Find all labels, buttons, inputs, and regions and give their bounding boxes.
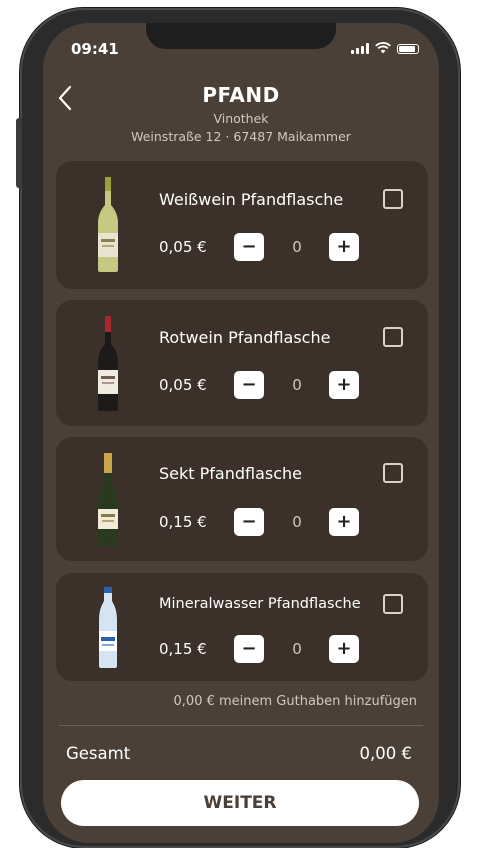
item-quantity: 0 [292,376,302,394]
venue-name: Vinothek [213,111,269,126]
page-title: PFAND [202,83,280,107]
decrease-quantity-button[interactable]: − [234,233,264,261]
decrease-quantity-button[interactable]: − [234,371,264,399]
increase-quantity-button[interactable]: + [329,233,359,261]
wifi-icon [375,42,391,54]
deposit-item-card: Sekt Pfandflasche 0,15 € − 0 + [56,437,428,561]
item-price: 0,05 € [159,376,207,394]
item-checkbox[interactable] [383,463,403,483]
battery-icon [397,44,419,54]
item-quantity: 0 [292,513,302,531]
total-label: Gesamt [66,744,131,763]
phone-notch [146,23,336,49]
divider [59,725,423,726]
item-price: 0,15 € [159,640,207,658]
continue-button[interactable]: WEITER [61,780,419,826]
white-wine-bottle-icon [98,177,118,272]
deposit-item-card: Weißwein Pfandflasche 0,05 € − 0 + [56,161,428,289]
credit-note: 0,00 € meinem Guthaben hinzufügen [173,694,417,709]
decrease-quantity-button[interactable]: − [234,508,264,536]
item-name: Weißwein Pfandflasche [159,190,344,209]
item-quantity: 0 [292,238,302,256]
item-price: 0,15 € [159,513,207,531]
item-name: Mineralwasser Pfandflasche [159,596,361,612]
mineral-water-bottle-icon [99,587,117,668]
sparkling-wine-bottle-icon [98,453,118,546]
total-value: 0,00 € [359,744,412,763]
venue-address: Weinstraße 12 · 67487 Maikammer [131,129,351,144]
item-checkbox[interactable] [383,189,403,209]
item-quantity: 0 [292,640,302,658]
item-name: Sekt Pfandflasche [159,464,303,483]
item-name: Rotwein Pfandflasche [159,328,331,347]
increase-quantity-button[interactable]: + [329,371,359,399]
signal-icon [351,43,369,54]
increase-quantity-button[interactable]: + [329,508,359,536]
status-icons [351,42,419,54]
deposit-item-card: Rotwein Pfandflasche 0,05 € − 0 + [56,300,428,426]
app-screen: 09:41 PFAND Vinothek Weinstraße 12 · 674… [43,23,439,843]
status-time: 09:41 [71,40,119,58]
phone-side-button [16,118,22,188]
increase-quantity-button[interactable]: + [329,635,359,663]
deposit-item-card: Mineralwasser Pfandflasche 0,15 € − 0 + [56,573,428,681]
item-price: 0,05 € [159,238,207,256]
item-checkbox[interactable] [383,327,403,347]
red-wine-bottle-icon [98,316,118,411]
item-checkbox[interactable] [383,594,403,614]
decrease-quantity-button[interactable]: − [234,635,264,663]
